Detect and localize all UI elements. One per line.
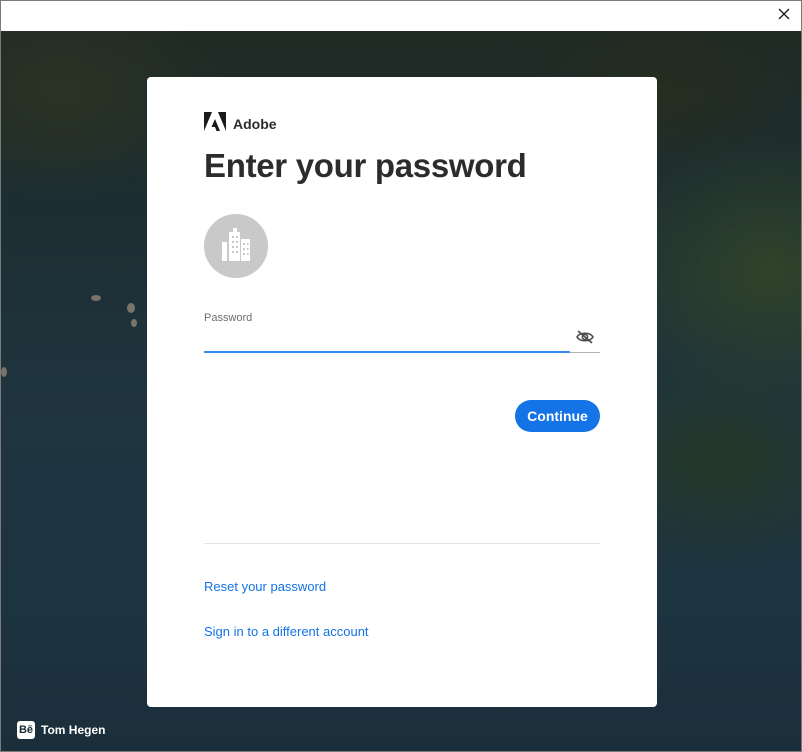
swimmer-figure bbox=[131, 319, 137, 327]
building-icon bbox=[220, 226, 252, 267]
password-label: Password bbox=[204, 312, 253, 324]
eye-slash-icon bbox=[576, 330, 594, 349]
avatar bbox=[204, 214, 268, 278]
close-icon bbox=[778, 7, 790, 25]
title-bar bbox=[1, 1, 801, 31]
close-button[interactable] bbox=[769, 1, 799, 31]
swimmer-figure bbox=[91, 295, 101, 301]
divider bbox=[204, 543, 600, 544]
brand: Adobe bbox=[204, 112, 277, 136]
password-input[interactable] bbox=[204, 327, 570, 353]
brand-name: Adobe bbox=[233, 116, 277, 132]
photo-credit[interactable]: Bē Tom Hegen bbox=[17, 721, 105, 739]
swimmer-figure bbox=[1, 367, 7, 377]
photo-credit-name: Tom Hegen bbox=[41, 723, 106, 737]
show-password-toggle[interactable] bbox=[570, 327, 600, 353]
swimmer-figure bbox=[127, 303, 135, 313]
page-title: Enter your password bbox=[204, 147, 527, 184]
adobe-logo-icon bbox=[204, 112, 226, 136]
sign-in-window: Bē Tom Hegen Adobe Enter your password P… bbox=[0, 0, 802, 752]
behance-logo-icon: Bē bbox=[17, 721, 35, 739]
reset-password-link[interactable]: Reset your password bbox=[204, 579, 326, 594]
sign-in-card: Adobe Enter your password Password Conti… bbox=[147, 77, 657, 707]
switch-account-link[interactable]: Sign in to a different account bbox=[204, 624, 369, 639]
continue-button[interactable]: Continue bbox=[515, 400, 600, 432]
